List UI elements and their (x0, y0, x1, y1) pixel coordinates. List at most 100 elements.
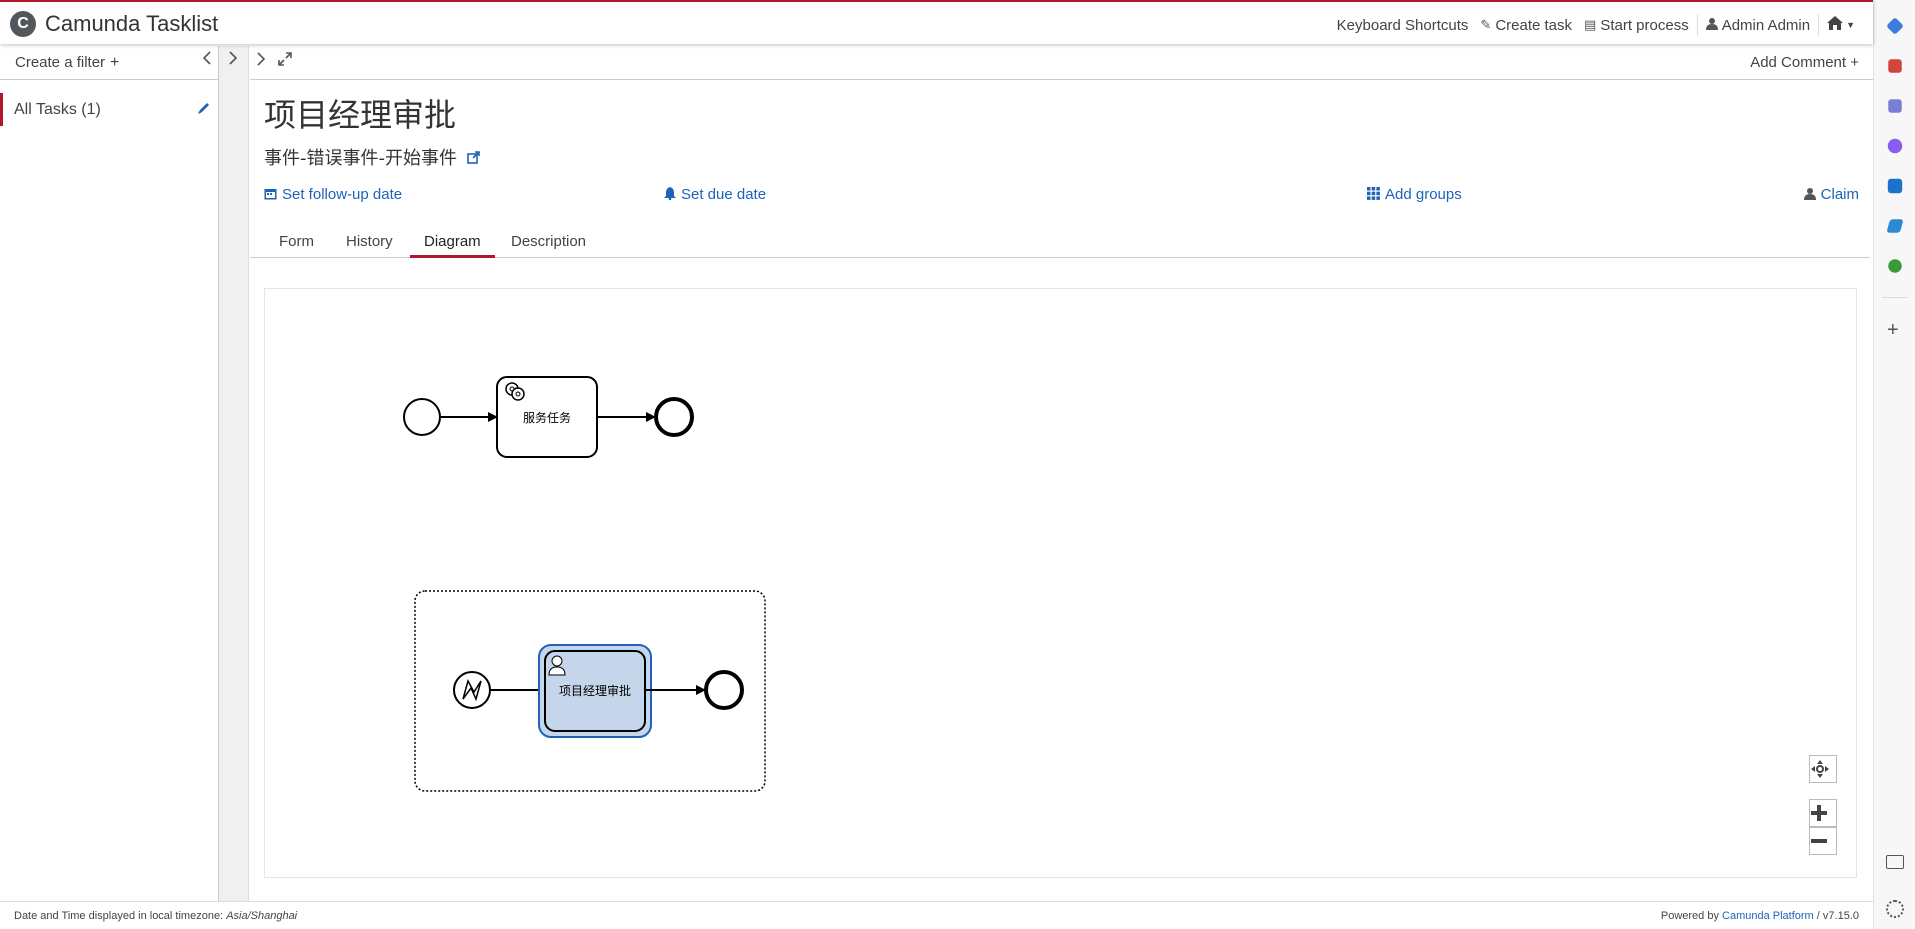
user-task-selected[interactable]: 项目经理审批 (538, 644, 652, 738)
plus-icon: + (110, 54, 120, 71)
create-task-link[interactable]: ✎ Create task (1474, 17, 1578, 34)
copilot-icon[interactable] (1887, 138, 1903, 154)
tab-label: History (346, 233, 393, 250)
screen-capture-icon[interactable] (1886, 855, 1904, 869)
user-icon (1803, 187, 1816, 203)
footer: Date and Time displayed in local timezon… (0, 901, 1873, 929)
expand-task-list-chevron-right-icon[interactable] (228, 51, 238, 70)
send-icon[interactable] (1886, 219, 1904, 233)
camunda-logo-icon[interactable]: C (10, 11, 36, 37)
start-event[interactable] (403, 398, 441, 436)
maximize-icon[interactable] (278, 52, 292, 69)
timezone-note: Date and Time displayed in local timezon… (14, 910, 297, 922)
top-nav-menu: Keyboard Shortcuts ✎ Create task ▤ Start… (1331, 14, 1861, 36)
reset-zoom-button[interactable] (1809, 755, 1837, 783)
bell-icon (664, 186, 676, 203)
bpmn-svg: 服务任务 项目经理审批 (403, 376, 766, 792)
paperclip-icon: ✎ (1480, 17, 1492, 32)
pencil-icon[interactable] (197, 101, 211, 118)
create-filter-label: Create a filter (15, 54, 106, 71)
list-icon: ▤ (1584, 17, 1597, 32)
tag-icon[interactable] (1886, 17, 1904, 35)
chevron-right-icon[interactable] (256, 52, 266, 71)
chevron-down-icon: ▼ (1846, 20, 1855, 30)
timezone-value: Asia/Shanghai (226, 910, 298, 922)
nav-divider (1818, 14, 1820, 36)
task-detail: Add Comment + 项目经理审批 事件-错误事件-开始事件 Set fo… (250, 46, 1873, 901)
gear-icon[interactable] (1886, 900, 1904, 918)
external-link-icon[interactable] (463, 151, 481, 168)
set-due-date-button[interactable]: Set due date (664, 186, 766, 203)
add-comment-label: Add Comment (1750, 54, 1847, 71)
start-process-link[interactable]: ▤ Start process (1578, 17, 1695, 34)
nav-divider (1696, 14, 1698, 36)
keyboard-shortcuts-link[interactable]: Keyboard Shortcuts (1331, 17, 1475, 34)
user-menu[interactable]: Admin Admin (1700, 17, 1816, 34)
tab-label: Description (511, 233, 587, 250)
tab-label: Diagram (424, 233, 481, 250)
error-start-event[interactable] (453, 671, 491, 709)
claim-button[interactable]: Claim (1803, 186, 1859, 203)
bpmn-diagram-canvas[interactable]: 服务任务 项目经理审批 (264, 288, 1857, 878)
set-due-date-label: Set due date (681, 186, 767, 203)
plus-icon[interactable]: + (1887, 320, 1899, 340)
zoom-out-button[interactable] (1809, 827, 1837, 855)
minus-icon (1811, 839, 1827, 843)
add-comment-button[interactable]: Add Comment + (1750, 54, 1859, 71)
home-icon (1827, 16, 1844, 34)
add-groups-button[interactable]: Add groups (1367, 186, 1462, 203)
plus-icon (1811, 805, 1827, 821)
service-task-label: 服务任务 (523, 410, 571, 425)
home-menu[interactable]: ▼ (1821, 16, 1861, 34)
zoom-in-button[interactable] (1809, 799, 1837, 827)
filter-item-all-tasks[interactable]: All Tasks (1) (0, 93, 219, 126)
filter-item-label: All Tasks (1) (14, 101, 101, 118)
add-groups-label: Add groups (1385, 186, 1462, 203)
app-title[interactable]: Camunda Tasklist (45, 11, 218, 37)
tab-diagram[interactable]: Diagram (410, 226, 495, 258)
filter-panel: Create a filter + All Tasks (1) (0, 46, 219, 901)
tab-description[interactable]: Description (497, 226, 600, 258)
task-list-collapsed-gutter (219, 46, 249, 901)
create-filter-button[interactable]: Create a filter + (15, 54, 119, 72)
grid-icon (1367, 186, 1380, 203)
end-event[interactable] (654, 397, 694, 437)
sidebar-divider (1882, 297, 1908, 298)
process-name-text: 事件-错误事件-开始事件 (264, 148, 457, 169)
end-event[interactable] (704, 670, 744, 710)
toolbox-icon[interactable] (1888, 59, 1902, 73)
service-task[interactable]: 服务任务 (496, 376, 598, 458)
version-label: / v7.15.0 (1816, 910, 1859, 922)
tasklist-app: C Camunda Tasklist Keyboard Shortcuts ✎ … (0, 0, 1873, 929)
timezone-prefix: Date and Time displayed in local timezon… (14, 910, 224, 922)
task-title: 项目经理审批 (264, 96, 457, 134)
task-toolbar: Add Comment + (250, 46, 1873, 80)
keyboard-shortcuts-label: Keyboard Shortcuts (1336, 16, 1469, 34)
tab-form[interactable]: Form (265, 226, 328, 258)
tab-label: Form (279, 233, 314, 250)
start-process-label: Start process (1600, 16, 1689, 34)
crosshair-icon (1811, 760, 1829, 778)
top-navbar: C Camunda Tasklist Keyboard Shortcuts ✎ … (0, 0, 1873, 44)
tree-icon[interactable] (1888, 259, 1902, 273)
filter-panel-header: Create a filter + (0, 46, 218, 80)
powered-by-label: Powered by (1660, 910, 1719, 922)
user-name: Admin Admin (1721, 16, 1811, 34)
browser-sidebar: + (1873, 0, 1915, 929)
calendar-icon (264, 187, 277, 203)
tab-history[interactable]: History (332, 226, 407, 258)
task-actions: Set follow-up date Set due date Add grou… (264, 186, 1859, 208)
set-follow-up-date-button[interactable]: Set follow-up date (264, 186, 402, 203)
set-follow-up-date-label: Set follow-up date (282, 186, 403, 203)
collapse-filters-chevron-left-icon[interactable] (202, 51, 212, 70)
chess-icon[interactable] (1888, 99, 1902, 113)
task-tabs: Form History Diagram Description (250, 226, 1870, 258)
create-task-label: Create task (1495, 16, 1573, 34)
outlook-icon[interactable] (1887, 178, 1903, 194)
powered-by: Powered by Camunda Platform / v7.15.0 (1661, 910, 1859, 922)
plus-icon: + (1850, 54, 1859, 71)
claim-label: Claim (1820, 186, 1859, 203)
user-task-label: 项目经理审批 (559, 683, 631, 698)
process-name: 事件-错误事件-开始事件 (264, 144, 481, 170)
camunda-platform-link[interactable]: Camunda Platform (1722, 910, 1814, 922)
